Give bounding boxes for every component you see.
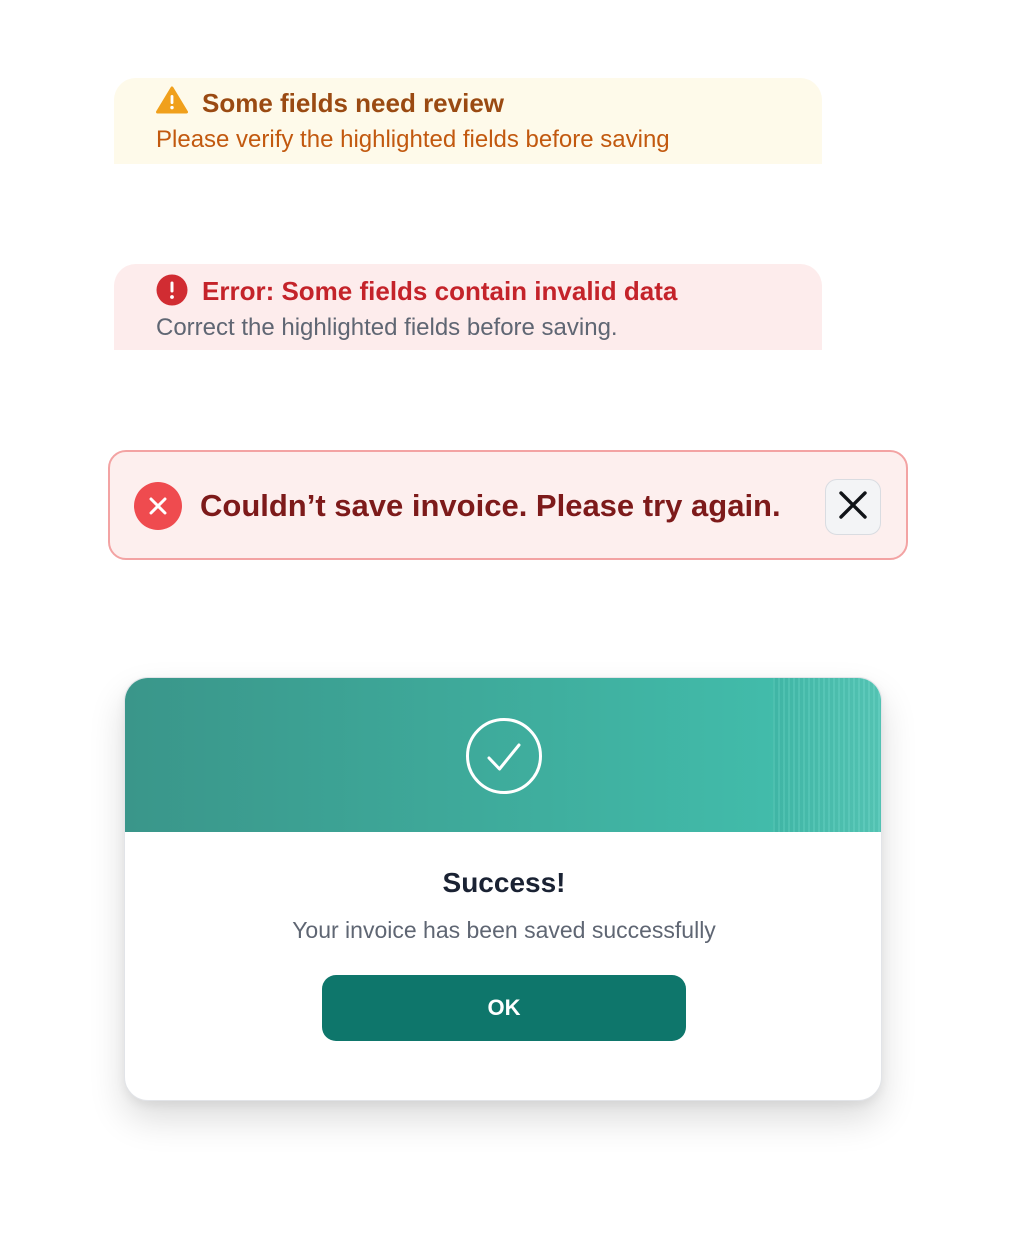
error-banner-title: Error: Some fields contain invalid data	[202, 276, 678, 306]
notification-showcase: Some fields need review Please verify th…	[0, 0, 1016, 1240]
success-modal-header	[125, 678, 881, 832]
warning-banner-title: Some fields need review	[202, 88, 505, 118]
success-modal-title: Success!	[442, 867, 566, 898]
warning-banner: Some fields need review Please verify th…	[114, 78, 822, 164]
ok-button[interactable]: OK	[322, 975, 686, 1041]
toast-message: Couldn’t save invoice. Please try again.	[200, 488, 781, 523]
error-banner: Error: Some fields contain invalid data …	[114, 264, 822, 350]
close-icon	[838, 490, 868, 525]
success-modal-message: Your invoice has been saved successfully	[292, 917, 716, 943]
error-x-circle-icon	[134, 482, 182, 530]
error-circle-icon	[156, 274, 188, 306]
check-circle-icon	[465, 717, 543, 795]
warning-triangle-icon	[156, 86, 188, 114]
success-modal: Success! Your invoice has been saved suc…	[124, 677, 882, 1101]
toast-close-button[interactable]	[825, 479, 881, 535]
error-toast: Couldn’t save invoice. Please try again.	[108, 450, 908, 560]
error-banner-message: Correct the highlighted fields before sa…	[156, 314, 618, 341]
warning-banner-message: Please verify the highlighted fields bef…	[156, 126, 670, 153]
header-texture	[773, 678, 881, 832]
